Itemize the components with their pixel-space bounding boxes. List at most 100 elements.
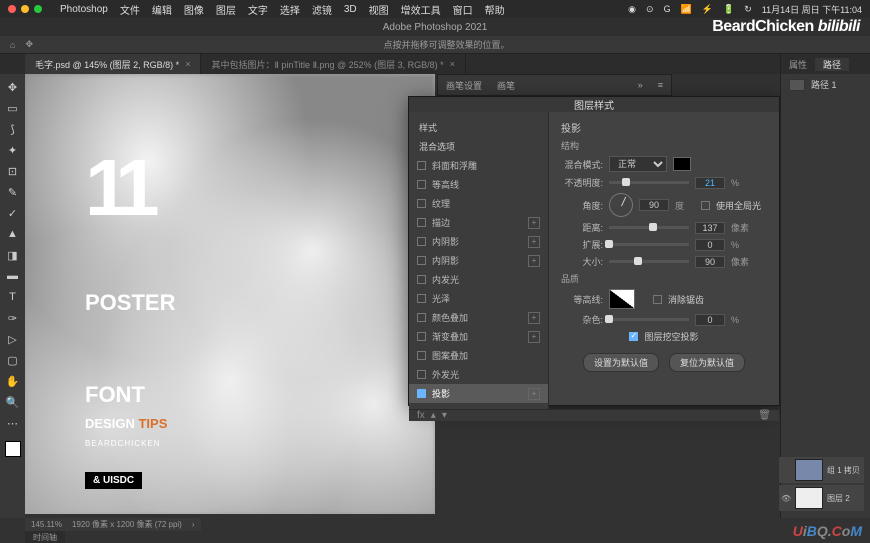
distance-value[interactable]: 137 <box>695 222 725 234</box>
menu-window[interactable]: 窗口 <box>453 2 473 17</box>
panel-menu-icon[interactable]: ≡ <box>658 80 663 90</box>
up-icon[interactable]: ▴ <box>431 410 436 421</box>
fx-checkbox[interactable] <box>417 199 426 208</box>
fx-item[interactable]: 内发光 <box>409 270 548 289</box>
panel-collapse-icon[interactable]: » <box>638 80 643 90</box>
path-name[interactable]: 路径 1 <box>811 78 837 91</box>
fx-checkbox[interactable] <box>417 370 426 379</box>
timeline-tab[interactable]: 时间轴 <box>25 531 65 543</box>
size-slider[interactable] <box>609 260 689 263</box>
fx-checkbox[interactable] <box>417 180 426 189</box>
brush-tab-settings[interactable]: 画笔设置 <box>446 79 482 92</box>
close-icon[interactable]: × <box>450 59 455 69</box>
gradient-tool[interactable]: ▬ <box>4 267 22 285</box>
spread-slider[interactable] <box>609 243 689 246</box>
fx-item[interactable]: 斜面和浮雕 <box>409 156 548 175</box>
distance-slider[interactable] <box>609 226 689 229</box>
close-icon[interactable]: × <box>185 59 190 69</box>
fx-checkbox[interactable] <box>417 237 426 246</box>
lasso-tool[interactable]: ⟆ <box>4 120 22 138</box>
make-default-button[interactable]: 设置为默认值 <box>583 353 659 372</box>
size-value[interactable]: 90 <box>695 256 725 268</box>
fx-item[interactable]: 等高线 <box>409 175 548 194</box>
trash-icon[interactable]: 🗑 <box>758 410 771 421</box>
contour-picker[interactable] <box>609 289 635 309</box>
noise-value[interactable]: 0 <box>695 314 725 326</box>
brush-tool[interactable]: ✓ <box>4 204 22 222</box>
global-light-checkbox[interactable] <box>701 201 710 210</box>
more-tool[interactable]: ⋯ <box>4 414 22 432</box>
min-dot[interactable] <box>21 5 29 13</box>
layer-row[interactable]: 👁 图层 2 <box>779 485 864 511</box>
menu-layer[interactable]: 图层 <box>216 2 236 17</box>
window-controls[interactable] <box>8 5 42 13</box>
layer-row-group[interactable]: 组 1 拷贝 <box>779 457 864 483</box>
color-swatch[interactable] <box>5 441 21 457</box>
fx-icon[interactable]: fx <box>417 410 425 421</box>
add-icon[interactable]: + <box>528 236 540 248</box>
move-tool[interactable]: ✥ <box>4 78 22 96</box>
eraser-tool[interactable]: ◨ <box>4 246 22 264</box>
fx-checkbox[interactable] <box>417 389 426 398</box>
wand-tool[interactable]: ✦ <box>4 141 22 159</box>
fx-checkbox[interactable] <box>417 161 426 170</box>
opacity-slider[interactable] <box>609 181 689 184</box>
fx-checkbox[interactable] <box>417 313 426 322</box>
close-dot[interactable] <box>8 5 16 13</box>
add-icon[interactable]: + <box>528 331 540 343</box>
tab-document-2[interactable]: 其中包括图片：Ⅱ pinTitle Ⅱ.png @ 252% (图层 3, RG… <box>201 54 466 74</box>
menu-plugins[interactable]: 增效工具 <box>401 2 441 17</box>
add-icon[interactable]: + <box>528 388 540 400</box>
shadow-color-swatch[interactable] <box>673 157 691 171</box>
home-icon[interactable]: ⌂ <box>10 40 15 50</box>
menu-edit[interactable]: 编辑 <box>152 2 172 17</box>
eyedropper-tool[interactable]: ✎ <box>4 183 22 201</box>
fx-item[interactable]: 内阴影+ <box>409 232 548 251</box>
fx-item[interactable]: 内阴影+ <box>409 251 548 270</box>
knockout-checkbox[interactable] <box>629 332 638 341</box>
add-icon[interactable]: + <box>528 217 540 229</box>
fx-item[interactable]: 描边+ <box>409 213 548 232</box>
fx-checkbox[interactable] <box>417 218 426 227</box>
crop-tool[interactable]: ⊡ <box>4 162 22 180</box>
noise-slider[interactable] <box>609 318 689 321</box>
chevron-icon[interactable]: › <box>192 520 195 529</box>
tab-paths[interactable]: 路径 <box>815 58 849 71</box>
fx-item[interactable]: 光泽 <box>409 289 548 308</box>
clone-tool[interactable]: ▲ <box>4 225 22 243</box>
hand-tool[interactable]: ✋ <box>4 372 22 390</box>
fx-checkbox[interactable] <box>417 294 426 303</box>
path-tool[interactable]: ▷ <box>4 330 22 348</box>
fx-checkbox[interactable] <box>417 275 426 284</box>
marquee-tool[interactable]: ▭ <box>4 99 22 117</box>
menu-help[interactable]: 帮助 <box>485 2 505 17</box>
menu-filter[interactable]: 滤镜 <box>312 2 332 17</box>
shape-tool[interactable]: ▢ <box>4 351 22 369</box>
opacity-value[interactable]: 21 <box>695 177 725 189</box>
menu-select[interactable]: 选择 <box>280 2 300 17</box>
zoom-tool[interactable]: 🔍 <box>4 393 22 411</box>
zoom-level[interactable]: 145.11% <box>31 520 62 529</box>
menu-view[interactable]: 视图 <box>369 2 389 17</box>
antialias-checkbox[interactable] <box>653 295 662 304</box>
add-icon[interactable]: + <box>528 255 540 267</box>
down-icon[interactable]: ▾ <box>442 410 447 421</box>
brush-tab-brushes[interactable]: 画笔 <box>497 79 515 92</box>
spread-value[interactable]: 0 <box>695 239 725 251</box>
blend-options-header[interactable]: 混合选项 <box>409 137 548 156</box>
blend-mode-select[interactable]: 正常 <box>609 156 667 172</box>
app-menu[interactable]: Photoshop <box>60 4 108 15</box>
visibility-icon[interactable]: 👁 <box>781 494 791 503</box>
tab-properties[interactable]: 属性 <box>781 58 815 71</box>
menu-file[interactable]: 文件 <box>120 2 140 17</box>
pen-tool[interactable]: ✑ <box>4 309 22 327</box>
move-icon[interactable]: ✥ <box>25 39 33 50</box>
styles-header[interactable]: 样式 <box>409 118 548 137</box>
fx-item[interactable]: 颜色叠加+ <box>409 308 548 327</box>
menu-type[interactable]: 文字 <box>248 2 268 17</box>
angle-dial[interactable] <box>609 193 633 217</box>
fx-checkbox[interactable] <box>417 351 426 360</box>
fx-checkbox[interactable] <box>417 256 426 265</box>
fx-item[interactable]: 外发光 <box>409 365 548 384</box>
reset-default-button[interactable]: 复位为默认值 <box>669 353 745 372</box>
